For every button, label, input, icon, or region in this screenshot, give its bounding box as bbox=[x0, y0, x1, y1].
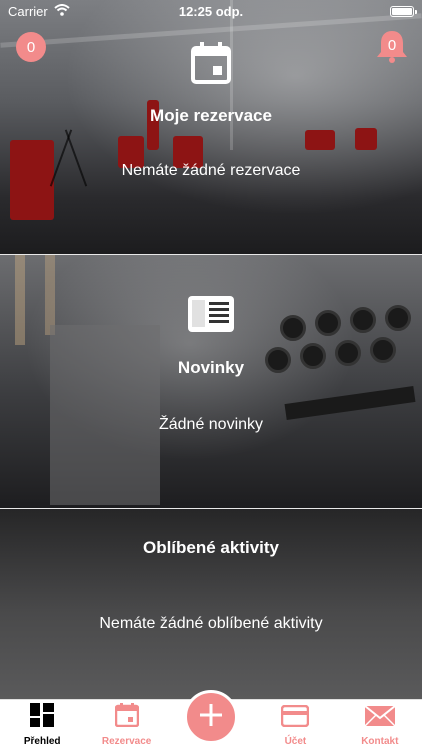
card-icon bbox=[281, 704, 310, 732]
wifi-icon bbox=[54, 3, 70, 19]
battery-icon bbox=[390, 5, 417, 17]
bell-icon[interactable]: 0 bbox=[374, 28, 410, 64]
news-message: Žádné novinky bbox=[158, 416, 264, 433]
news-title: Novinky bbox=[177, 358, 245, 377]
mail-icon bbox=[364, 705, 396, 732]
bell-badge-count: 0 bbox=[387, 37, 397, 54]
tab-rezervace[interactable]: Rezervace bbox=[84, 700, 168, 750]
tab-ucet[interactable]: Účet bbox=[253, 700, 337, 750]
reservations-message: Nemáte žádné rezervace bbox=[121, 162, 301, 179]
calendar-icon bbox=[114, 703, 139, 732]
tab-label: Přehled bbox=[23, 736, 61, 747]
punching-bag bbox=[10, 140, 54, 220]
punching-bag bbox=[305, 130, 335, 150]
carrier-label: Carrier bbox=[8, 3, 48, 19]
grid-icon bbox=[30, 703, 55, 732]
favorites-panel[interactable]: Oblíbené aktivity Nemáte žádné oblíbené … bbox=[0, 509, 422, 699]
notification-count-badge[interactable]: 0 bbox=[16, 32, 46, 62]
tab-label: Rezervace bbox=[101, 736, 152, 747]
favorites-message: Nemáte žádné oblíbené aktivity bbox=[99, 615, 323, 632]
reservations-panel[interactable]: Moje rezervace Nemáte žádné rezervace bbox=[0, 0, 422, 254]
add-button[interactable] bbox=[184, 690, 238, 744]
tab-kontakt[interactable]: Kontakt bbox=[338, 700, 422, 750]
status-bar: Carrier 12:25 odp. bbox=[0, 0, 422, 22]
tab-label: Kontakt bbox=[361, 736, 399, 747]
bench bbox=[284, 386, 416, 420]
reservations-title: Moje rezervace bbox=[150, 106, 272, 125]
news-icon bbox=[0, 295, 422, 338]
tab-prehled[interactable]: Přehled bbox=[0, 700, 84, 750]
favorites-title: Oblíbené aktivity bbox=[142, 538, 280, 557]
news-panel[interactable]: Novinky Žádné novinky bbox=[0, 255, 422, 508]
punching-bag bbox=[355, 128, 377, 150]
tab-label: Účet bbox=[284, 736, 307, 747]
plus-icon bbox=[200, 703, 222, 731]
weight-machine bbox=[50, 325, 160, 505]
calendar-icon bbox=[0, 42, 422, 89]
